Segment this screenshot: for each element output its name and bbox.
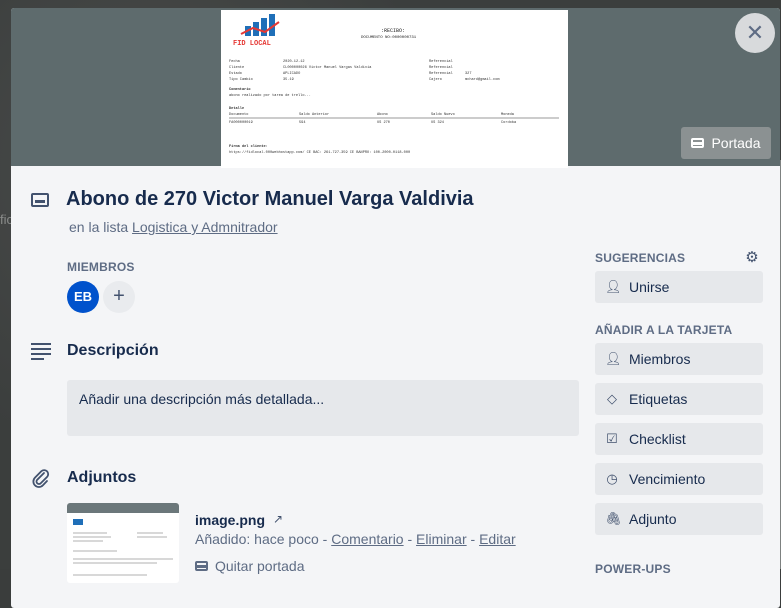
cover-receipt-image[interactable]: FID LOCAL :RECIBO: DOCUMENTO NO:00000007…	[221, 10, 568, 168]
left-field-2-label: Estado	[229, 71, 242, 76]
due-date-button[interactable]: ◷ Vencimiento	[595, 463, 763, 495]
attachment-delete-link[interactable]: Eliminar	[416, 531, 467, 547]
detail-header-1: Saldo Anterior	[299, 112, 329, 117]
clock-icon: ◷	[606, 471, 618, 486]
cover-button-label: Portada	[711, 135, 761, 151]
labels-button[interactable]: ◇ Etiquetas	[595, 383, 763, 415]
detail-cell-4: Cordoba	[501, 120, 517, 125]
attachment-thumbnail[interactable]	[67, 503, 179, 583]
checklist-button[interactable]: ☑ Checklist	[595, 423, 763, 455]
checkbox-icon: ☑	[606, 431, 618, 446]
remove-cover-label: Quitar portada	[215, 558, 305, 574]
receipt-preview: FID LOCAL :RECIBO: DOCUMENTO NO:00000007…	[229, 14, 559, 155]
right-field-0-label: Referencial	[429, 59, 453, 64]
attachment-edit-link[interactable]: Editar	[479, 531, 516, 547]
add-member-button[interactable]: +	[103, 281, 135, 313]
paperclip-icon: 🖇︎	[605, 511, 622, 526]
signature-label: Firma del cliente:	[229, 144, 268, 149]
left-field-3-value: 35.19	[283, 78, 294, 82]
logo-text: FID LOCAL	[233, 40, 271, 48]
close-modal-button[interactable]: ✕	[735, 13, 775, 53]
receipt-footer: https://fidlocal.000webhostapp.com/ CE B…	[229, 150, 410, 155]
receipt-header: :RECIBO:	[381, 28, 405, 34]
members-button-label: Miembros	[629, 351, 691, 367]
suggestions-settings-button[interactable]: ⚙	[741, 247, 763, 269]
card-title-row: Abono de 270 Victor Manuel Varga Valdivi…	[31, 188, 474, 211]
plus-icon: +	[113, 285, 125, 307]
comment-text: abono realizado por tarea de trello...	[229, 93, 311, 98]
logo-mark	[240, 14, 280, 36]
attachment-button[interactable]: 🖇︎ Adjunto	[595, 503, 763, 535]
description-input[interactable]: Añadir una descripción más detallada...	[67, 380, 579, 436]
attachments-title: Adjuntos	[67, 469, 137, 486]
card-icon	[31, 192, 49, 207]
attachment-meta: Añadido: hace poco - Comentario - Elimin…	[195, 531, 516, 547]
detail-cell-0: FA000000019	[229, 121, 253, 125]
card-detail-modal: FID LOCAL :RECIBO: DOCUMENTO NO:00000007…	[11, 8, 780, 608]
card-cover-icon	[691, 138, 705, 148]
due-date-button-label: Vencimiento	[629, 471, 706, 487]
close-icon: ✕	[745, 20, 765, 45]
left-field-0-value: 2020-12-12	[283, 60, 305, 64]
detail-cell-1: 594	[299, 121, 305, 125]
detail-cell-2: US 270	[377, 121, 390, 125]
gear-icon: ⚙	[745, 249, 759, 266]
detail-cell-3: US 324	[431, 121, 444, 125]
card-list-info: en la lista Logistica y Admnitrador	[69, 219, 278, 235]
suggestions-label: SUGERENCIAS	[595, 251, 686, 265]
left-field-1-label: Cliente	[229, 65, 244, 70]
members-button[interactable]: 👤︎ Miembros	[595, 343, 763, 375]
external-link-icon[interactable]: ↗	[273, 512, 283, 526]
card-title[interactable]: Abono de 270 Victor Manuel Varga Valdivi…	[66, 188, 474, 211]
labels-button-label: Etiquetas	[629, 391, 688, 407]
right-field-1-label: Referencial	[429, 65, 453, 70]
attachment-added: Añadido: hace poco	[195, 531, 319, 547]
attachments-header: Adjuntos	[31, 468, 136, 488]
member-avatar[interactable]: EB	[67, 281, 99, 313]
detail-header-0: Documento	[229, 113, 248, 117]
add-to-card-label: AÑADIR A LA TARJETA	[595, 323, 733, 337]
attachment-button-label: Adjunto	[629, 511, 677, 527]
detail-header-3: Saldo Nuevo	[431, 112, 455, 117]
paperclip-icon	[32, 469, 50, 488]
members-label: MIEMBROS	[67, 260, 135, 274]
join-label: Unirse	[629, 279, 670, 295]
description-header: Descripción	[31, 342, 159, 360]
right-field-2-value: 327	[465, 72, 471, 76]
description-icon	[31, 342, 51, 360]
left-field-3-label: Tipo Cambio	[229, 77, 253, 82]
left-field-1-value: CL000000026 Victor Manuel Vargas Valdivi…	[283, 65, 372, 70]
right-field-3-label: Cajero	[429, 77, 442, 82]
list-link[interactable]: Logistica y Admnitrador	[132, 219, 278, 235]
cover-button[interactable]: Portada	[681, 127, 771, 159]
tag-icon: ◇	[607, 391, 617, 406]
detail-header-2: Abono	[377, 112, 388, 117]
person-icon: 👤︎	[605, 279, 622, 294]
description-title: Descripción	[67, 342, 159, 359]
comment-label: Comentario	[229, 87, 251, 92]
person-icon: 👤︎	[605, 351, 622, 366]
detail-header-4: Moneda	[501, 112, 515, 117]
list-prefix: en la lista	[69, 219, 129, 235]
attachment-name[interactable]: image.png	[195, 512, 265, 528]
receipt-doc-number: DOCUMENTO NO:0000000731	[361, 36, 417, 40]
power-ups-label: POWER-UPS	[595, 562, 671, 576]
thumbnail-preview	[73, 519, 173, 576]
card-cover-icon	[195, 561, 208, 571]
right-field-3-value: mchard@gmail.com	[465, 77, 500, 82]
left-field-0-label: Fecha	[229, 59, 241, 64]
left-field-2-value: APLICADO	[283, 72, 300, 76]
attachment-comment-link[interactable]: Comentario	[331, 531, 403, 547]
remove-cover-button[interactable]: Quitar portada	[195, 558, 305, 574]
detail-label: Detalle	[229, 106, 244, 111]
card-cover: FID LOCAL :RECIBO: DOCUMENTO NO:00000007…	[11, 8, 780, 168]
join-button[interactable]: 👤︎ Unirse	[595, 271, 763, 303]
right-field-2-label: Referencial	[429, 71, 453, 76]
checklist-button-label: Checklist	[629, 431, 686, 447]
